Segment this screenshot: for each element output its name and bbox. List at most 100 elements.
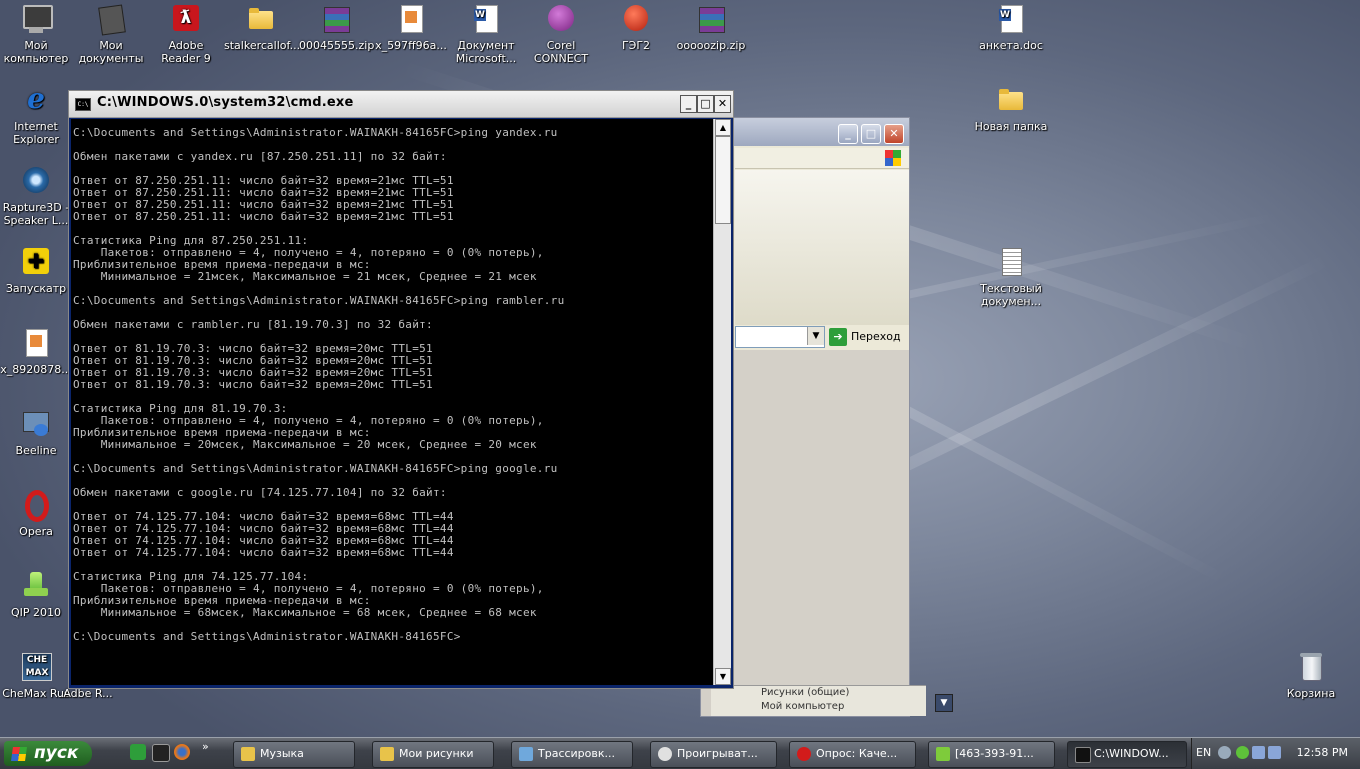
desktop-icon-label: Новая папка [974, 120, 1048, 133]
adobe-reader-icon: ƛ [170, 3, 202, 35]
folder-icon [995, 84, 1027, 116]
desktop-icon-launcher[interactable]: ✚ Запускатр [0, 246, 74, 295]
desktop-icon-label: Rapture3D - Speaker L... [2, 201, 70, 227]
winrar-archive-icon [695, 3, 727, 35]
scroll-up-arrow-icon[interactable]: ▲ [715, 119, 731, 136]
desktop-icon-image-1[interactable]: x_597ff96a... [373, 3, 449, 52]
chevron-down-icon[interactable]: ▼ [935, 694, 953, 712]
ie-minimize-button[interactable]: _ [838, 124, 858, 144]
maximize-button[interactable]: □ [697, 95, 714, 113]
tray-network-icon[interactable] [1268, 746, 1281, 759]
taskbar-button-tracing[interactable]: Трассировк... [511, 741, 633, 768]
sidebar-item-my-computer[interactable]: Мой компьютер [711, 700, 926, 714]
taskbar-button-media-player[interactable]: Проигрыват... [650, 741, 777, 768]
cmd-title-bar[interactable]: C:\ C:\WINDOWS.0\system32\cmd.exe _ □ ✕ [69, 91, 733, 118]
launcher-icon: ✚ [20, 246, 52, 278]
ie-maximize-button[interactable]: □ [861, 124, 881, 144]
word-document-icon: W [470, 3, 502, 35]
taskbar-button-my-pictures[interactable]: Мои рисунки [372, 741, 494, 768]
media-player-icon [658, 747, 672, 761]
desktop-icon-rapture3d[interactable]: Rapture3D - Speaker L... [0, 165, 74, 227]
ie-close-button[interactable]: ✕ [884, 124, 904, 144]
cmd-window[interactable]: C:\ C:\WINDOWS.0\system32\cmd.exe _ □ ✕ … [68, 90, 734, 689]
desktop-icon-label: Мой компьютер [3, 39, 69, 65]
quicklaunch-more-icon[interactable]: » [202, 740, 209, 753]
minimize-button[interactable]: _ [680, 95, 697, 113]
windows-flag-icon [11, 747, 27, 761]
desktop-icon-corel-connect[interactable]: Corel CONNECT [523, 3, 599, 65]
clock[interactable]: 12:58 PM [1297, 746, 1348, 759]
desktop-icon-label: Beeline [15, 444, 57, 457]
desktop-icon-text-doc[interactable]: Текстовый докумен... [973, 246, 1049, 308]
chevron-down-icon[interactable]: ▼ [807, 327, 824, 345]
taskbar-button-label: Трассировк... [538, 747, 616, 760]
desktop-icon-recycle-bin[interactable]: Корзина [1273, 651, 1349, 700]
desktop-icon-opera[interactable]: Opera [0, 489, 74, 538]
desktop-icon-my-computer[interactable]: Мой компьютер [0, 3, 74, 65]
taskbar-button-label: Опрос: Каче... [816, 747, 898, 760]
red-ball-icon [620, 3, 652, 35]
language-indicator[interactable]: EN [1196, 746, 1211, 759]
taskbar-button-cmd[interactable]: C:\WINDOW... [1067, 741, 1187, 768]
go-arrow-icon: ➔ [829, 328, 847, 346]
desktop-icon-geg2[interactable]: ГЭГ2 [598, 3, 674, 52]
ie-address-field[interactable]: ▼ [735, 326, 825, 348]
ie-folder-sidebar: Рисунки (общие) Мой компьютер [711, 685, 926, 716]
sidebar-item-pictures[interactable]: Рисунки (общие) [711, 686, 926, 700]
desktop-icon-label: x_597ff96a... [375, 39, 447, 52]
desktop-icon-zip-1[interactable]: 00045555.zip [298, 3, 374, 52]
taskbar-button-music[interactable]: Музыка [233, 741, 355, 768]
desktop-icon-internet-explorer[interactable]: e Internet Explorer [0, 84, 74, 147]
image-file-icon [20, 327, 52, 359]
desktop-icon-zip-2[interactable]: ooooozip.zip [673, 3, 749, 52]
start-button[interactable]: пуск [4, 741, 92, 766]
ie-toolbar [735, 170, 909, 325]
taskbar-button-label: Мои рисунки [399, 747, 474, 760]
text-document-icon [995, 246, 1027, 278]
desktop-icon-label: ГЭГ2 [621, 39, 651, 52]
desktop-icon-label: Текстовый докумен... [980, 282, 1042, 308]
ie-go-label: Переход [851, 330, 901, 343]
scroll-down-arrow-icon[interactable]: ▼ [715, 668, 731, 685]
desktop-icon-qip[interactable]: QIP 2010 [0, 570, 74, 619]
close-button[interactable]: ✕ [714, 95, 731, 113]
quicklaunch-icon[interactable] [130, 744, 146, 760]
desktop-icon-label: Internet Explorer [13, 120, 59, 146]
opera-icon [20, 489, 52, 522]
desktop-icon-anketa-doc[interactable]: W анкета.doc [973, 3, 1049, 52]
taskbar-button-opera-poll[interactable]: Опрос: Каче... [789, 741, 916, 768]
desktop-icon-stalker-folder[interactable]: stalkercallof... [223, 3, 300, 52]
desktop-icon-beeline[interactable]: Beeline [0, 408, 74, 457]
ie-go-button[interactable]: ➔ Переход [829, 326, 905, 348]
cmd-vertical-scrollbar[interactable]: ▲ ▼ [713, 119, 731, 685]
cmd-window-title: C:\WINDOWS.0\system32\cmd.exe [97, 95, 354, 110]
quicklaunch-icon[interactable] [152, 744, 170, 762]
desktop-icon-label: Документ Microsoft... [455, 39, 517, 65]
scroll-thumb[interactable] [715, 136, 731, 224]
taskbar-button-qip-chat[interactable]: [463-393-91... [928, 741, 1055, 768]
desktop-icon-label: Корзина [1286, 687, 1336, 700]
my-computer-icon [20, 3, 53, 35]
desktop-icon-my-documents[interactable]: Мои документы [73, 3, 149, 65]
desktop-icon-label: Мои документы [78, 39, 144, 65]
cmd-icon [1075, 747, 1091, 763]
desktop-icon-adobe-reader[interactable]: ƛ Adobe Reader 9 [148, 3, 224, 65]
qip-chat-icon [936, 747, 950, 761]
taskbar-button-label: [463-393-91... [955, 747, 1034, 760]
pictures-folder-icon [380, 747, 394, 761]
desktop-icon-new-folder[interactable]: Новая папка [973, 84, 1049, 133]
tray-qip-icon[interactable] [1236, 746, 1249, 759]
desktop-icon-word-doc[interactable]: W Документ Microsoft... [448, 3, 524, 65]
folder-icon [245, 3, 277, 35]
cmd-console[interactable]: C:\Documents and Settings\Administrator.… [71, 119, 713, 685]
chemax-icon: CHE MAX [20, 651, 52, 683]
desktop-icon-label: Запускатр [5, 282, 67, 295]
firefox-icon[interactable] [174, 744, 190, 760]
desktop-icon-label: анкета.doc [979, 39, 1043, 52]
tray-speaker-icon[interactable] [1218, 746, 1231, 759]
qip-icon [20, 570, 52, 602]
opera-icon [797, 747, 811, 761]
desktop-icon-image-2[interactable]: x_8920878... [0, 327, 74, 376]
tray-network-icon[interactable] [1252, 746, 1265, 759]
cmd-icon: C:\ [75, 98, 91, 111]
